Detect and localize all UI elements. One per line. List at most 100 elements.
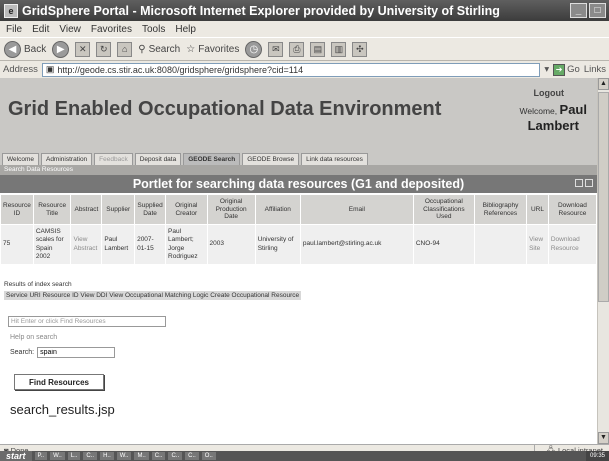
welcome-text: Welcome, — [519, 106, 558, 116]
column-header: Abstract — [70, 194, 103, 225]
browser-toolbar: ◀ Back ▶ ✕ ↻ ⌂ ⚲ Search ☆ Favorites ◷ ✉ … — [0, 37, 609, 61]
search-label: Search — [148, 43, 181, 55]
resource-title-cell: CAMSIS scales for Spain 2002 — [32, 224, 72, 265]
taskbar-item[interactable]: C.. — [83, 452, 98, 460]
minimize-icon[interactable]: _ — [570, 3, 587, 18]
column-header: Resource Title — [32, 194, 72, 225]
taskbar-item[interactable]: L.. — [67, 452, 81, 460]
search-hint-field[interactable]: Hit Enter or click Find Resources — [8, 316, 166, 327]
portal-tabs: Welcome Administration Feedback Deposit … — [0, 150, 597, 165]
discuss-icon[interactable]: ▥ — [331, 41, 347, 57]
results-label: Results of index search — [4, 281, 72, 288]
address-label: Address — [3, 64, 38, 75]
address-dropdown-icon[interactable]: ▾ — [544, 64, 549, 75]
ie-icon: e — [4, 3, 18, 18]
back-button[interactable]: ◀ Back — [4, 40, 46, 58]
scroll-up-icon[interactable]: ▲ — [598, 78, 609, 90]
taskbar-item[interactable]: P.. — [34, 452, 48, 460]
find-resources-button[interactable]: Find Resources — [14, 374, 104, 390]
tab-link-data-resources[interactable]: Link data resources — [301, 153, 368, 165]
mail-icon[interactable]: ✉ — [268, 41, 284, 57]
menu-help[interactable]: Help — [175, 24, 196, 35]
taskbar-item[interactable]: C.. — [168, 452, 183, 460]
results-table: Resource ID Resource Title Abstract Supp… — [0, 194, 597, 265]
favorites-label: Favorites — [198, 43, 240, 55]
tab-geode-search[interactable]: GEODE Search — [183, 153, 241, 165]
column-header: Original Creator — [165, 194, 208, 225]
column-header: Affiliation — [254, 194, 301, 225]
user-first-name: Paul — [559, 102, 587, 117]
column-header: URL — [526, 194, 549, 225]
print-icon[interactable]: ⎙ — [289, 41, 305, 57]
help-on-search-link[interactable]: Help on search — [10, 334, 57, 341]
home-icon[interactable]: ⌂ — [117, 41, 133, 57]
messenger-icon[interactable]: ✣ — [352, 41, 368, 57]
back-arrow-icon: ◀ — [4, 40, 21, 58]
tab-deposit-data[interactable]: Deposit data — [134, 153, 182, 165]
links-label[interactable]: Links — [584, 64, 609, 75]
search-label: Search: — [10, 349, 35, 356]
menu-view[interactable]: View — [59, 24, 81, 35]
email-cell: paul.lambert@stirling.ac.uk — [299, 224, 414, 265]
view-abstract-link[interactable]: View Abstract — [70, 224, 103, 265]
tab-welcome[interactable]: Welcome — [2, 153, 39, 165]
go-button[interactable]: ➔ Go — [553, 63, 580, 76]
window-title: GridSphere Portal - Microsoft Internet E… — [22, 3, 500, 18]
edit-icon[interactable]: ▤ — [310, 41, 326, 57]
menu-edit[interactable]: Edit — [32, 24, 49, 35]
maximize-portlet-icon[interactable] — [585, 179, 593, 187]
taskbar-item[interactable]: W.. — [116, 452, 132, 460]
column-header: Resource ID — [0, 194, 34, 225]
taskbar-item[interactable]: C.. — [151, 452, 166, 460]
table-row: 75 CAMSIS scales for Spain 2002 View Abs… — [0, 224, 597, 265]
column-header: Occupational Classifications Used — [412, 194, 475, 225]
vertical-scrollbar[interactable]: ▲ ▼ — [597, 78, 609, 444]
scroll-down-icon[interactable]: ▼ — [598, 432, 609, 444]
window-title-bar: e GridSphere Portal - Microsoft Internet… — [0, 0, 609, 21]
page-icon: ▣ — [45, 64, 55, 74]
search-button[interactable]: ⚲ Search — [138, 44, 180, 55]
stop-icon[interactable]: ✕ — [75, 41, 91, 57]
jsp-filename: search_results.jsp — [10, 402, 115, 417]
portlet-title: Portlet for searching data resources (G1… — [132, 177, 465, 191]
classifications-cell: CNO-94 — [412, 224, 475, 265]
address-input[interactable]: ▣ http://geode.cs.stir.ac.uk:8080/gridsp… — [41, 62, 541, 77]
taskbar: start P.. W.. L.. C.. H.. W.. M.. C.. C.… — [0, 451, 609, 461]
menu-tools[interactable]: Tools — [142, 24, 165, 35]
logout-link[interactable]: Logout — [534, 88, 565, 98]
taskbar-item[interactable]: O.. — [201, 452, 216, 460]
portal-banner: Grid Enabled Occupational Data Environme… — [0, 78, 597, 150]
start-button[interactable]: start — [0, 451, 32, 461]
bibliography-cell — [473, 224, 528, 265]
favorites-button[interactable]: ☆ Favorites — [186, 44, 239, 55]
go-label: Go — [567, 64, 580, 75]
search-icon: ⚲ — [138, 43, 146, 55]
refresh-icon[interactable]: ↻ — [96, 41, 112, 57]
affiliation-cell: University of Stirling — [254, 224, 301, 265]
menu-favorites[interactable]: Favorites — [91, 24, 132, 35]
supplied-date-cell: 2007-01-15 — [134, 224, 167, 265]
menu-file[interactable]: File — [6, 24, 22, 35]
tab-geode-browse[interactable]: GEODE Browse — [242, 153, 300, 165]
tab-administration[interactable]: Administration — [40, 153, 93, 165]
taskbar-item[interactable]: W.. — [50, 452, 65, 460]
scroll-thumb[interactable] — [598, 92, 609, 302]
taskbar-item[interactable]: C.. — [185, 452, 199, 460]
column-header: Bibliography References — [473, 194, 528, 225]
taskbar-item[interactable]: H.. — [100, 452, 114, 460]
subtab-search-data-resources[interactable]: Search Data Resources — [0, 165, 597, 175]
system-clock: 09:35 — [585, 451, 609, 461]
maximize-icon[interactable]: □ — [589, 3, 606, 18]
taskbar-item[interactable]: M.. — [134, 452, 149, 460]
minimize-portlet-icon[interactable] — [575, 179, 583, 187]
user-last-name: Lambert — [527, 118, 579, 133]
search-input[interactable] — [37, 347, 116, 358]
tab-feedback[interactable]: Feedback — [94, 153, 133, 165]
download-resource-link[interactable]: Download Resource — [547, 224, 597, 265]
menu-bar: File Edit View Favorites Tools Help — [0, 21, 609, 37]
history-icon[interactable]: ◷ — [245, 40, 263, 58]
view-site-link[interactable]: View Site — [526, 224, 549, 265]
forward-button[interactable]: ▶ — [52, 40, 70, 58]
search-row: Search: — [10, 347, 116, 358]
service-links-bar[interactable]: Service URI Resource ID View DDI View Oc… — [4, 291, 302, 300]
